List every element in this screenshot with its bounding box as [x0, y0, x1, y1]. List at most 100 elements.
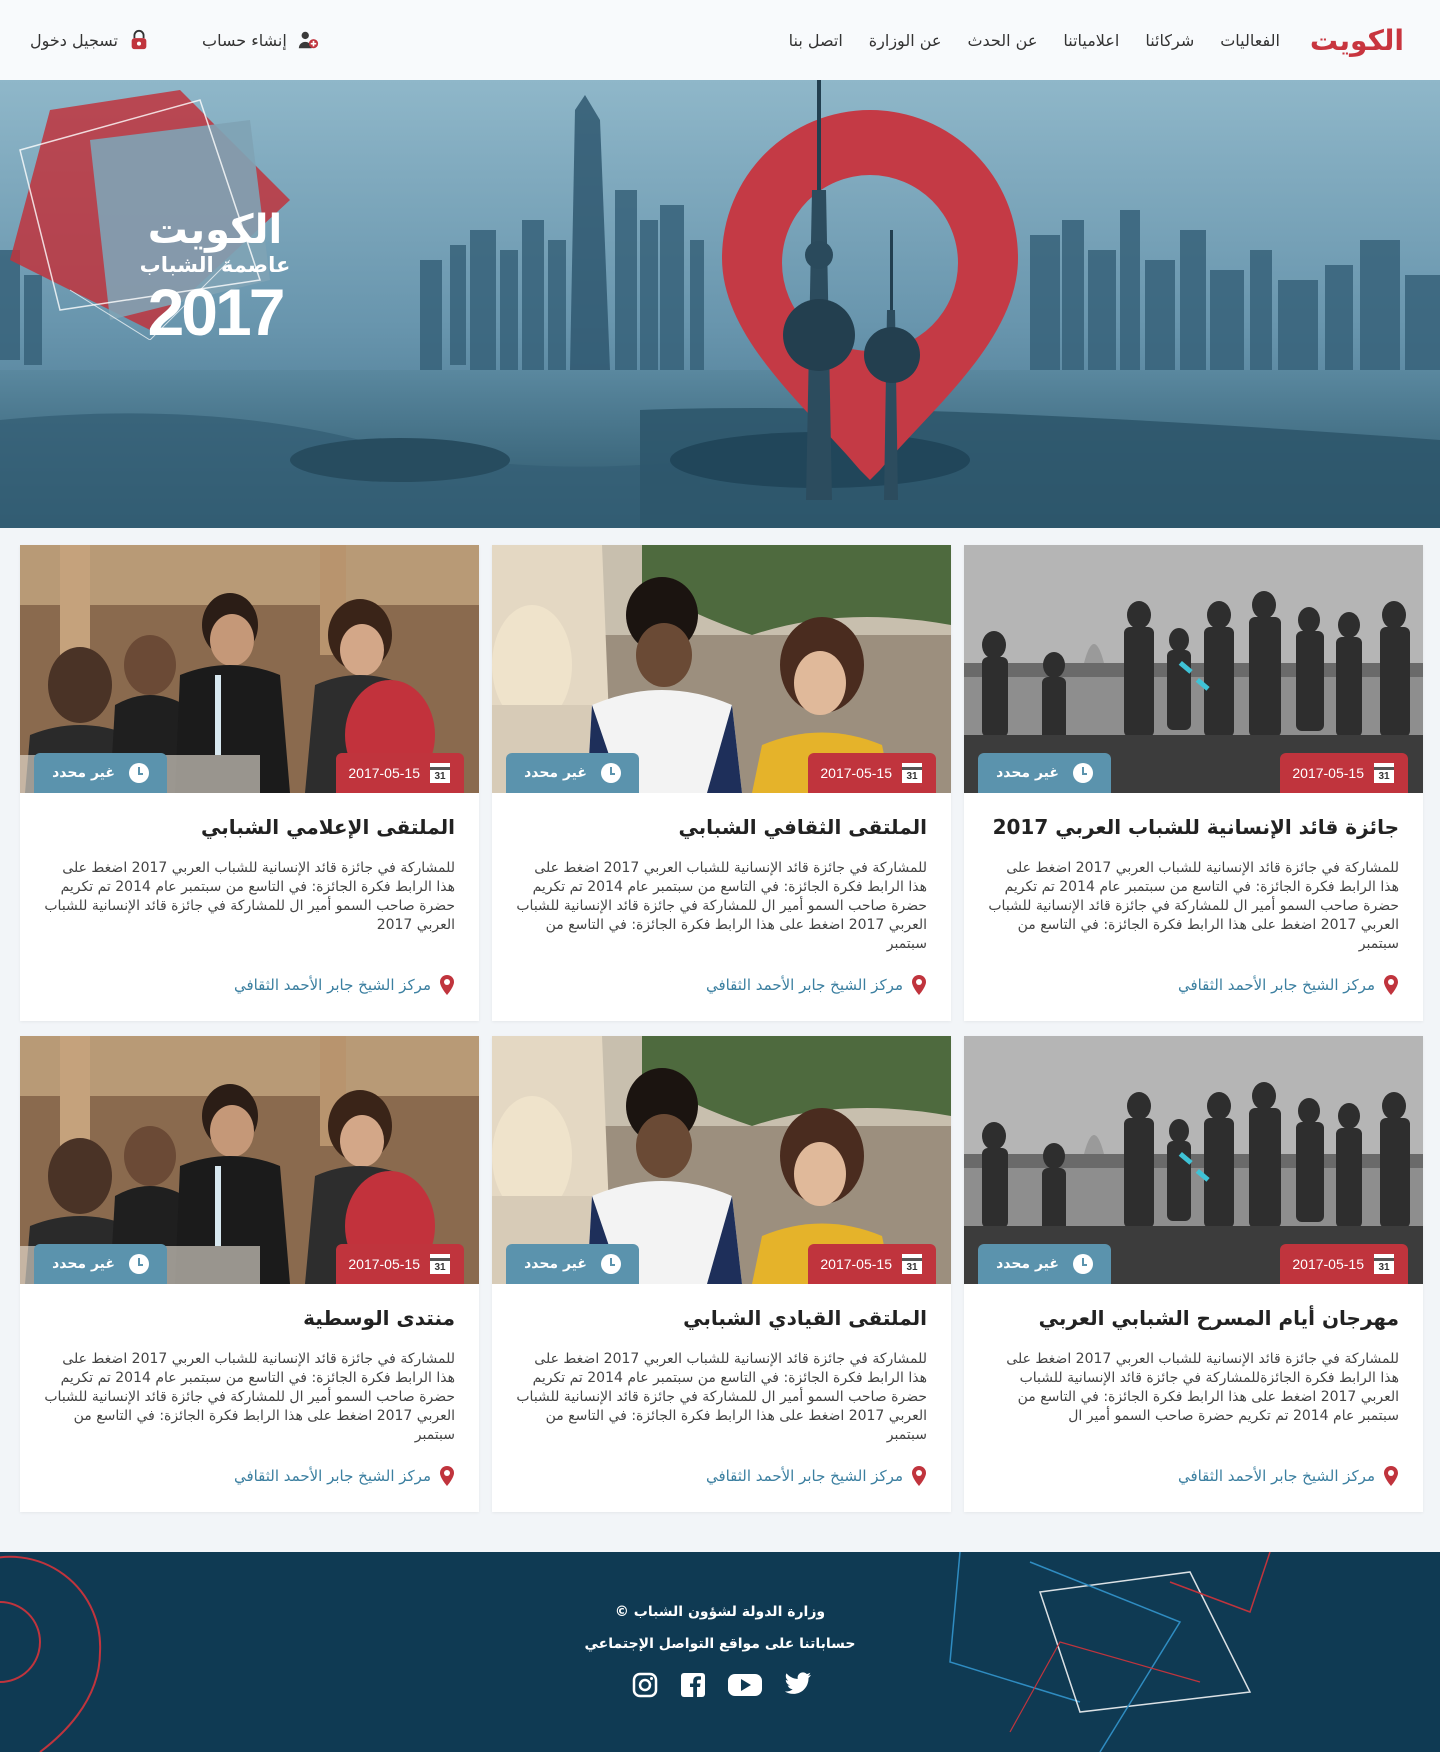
- calendar-icon: 31: [430, 763, 450, 783]
- event-time-badge: غير محدد: [34, 1244, 167, 1284]
- event-title[interactable]: منتدى الوسطية: [44, 1306, 455, 1330]
- nav-item-about-ministry[interactable]: عن الوزارة: [869, 31, 942, 50]
- event-card[interactable]: 31 2017-05-15 غير محدد الملتقى الثقافي ا…: [492, 545, 951, 1021]
- event-location-link[interactable]: مركز الشيخ جابر الأحمد الثقافي: [234, 975, 455, 995]
- youtube-icon[interactable]: [728, 1672, 762, 1698]
- clock-icon: [1072, 1254, 1093, 1274]
- clock-icon: [600, 1254, 621, 1274]
- footer-decoration: [0, 1552, 1271, 1752]
- header-main-nav-group: الكويت الفعاليات شركائنا اعلامياتنا عن ا…: [763, 24, 1405, 57]
- event-description: للمشاركة في جائزة قائد الإنسانية للشباب …: [44, 860, 455, 933]
- location-pin-icon: [440, 1466, 454, 1486]
- event-title[interactable]: الملتقى الثقافي الشبابي: [516, 815, 927, 839]
- account-links: إنشاء حساب تسجيل دخول: [30, 29, 319, 51]
- event-image[interactable]: 31 2017-05-15 غير محدد: [20, 545, 479, 793]
- event-date: 2017-05-15: [348, 1256, 420, 1272]
- event-date: 2017-05-15: [1292, 765, 1364, 781]
- calendar-icon: 31: [902, 1254, 922, 1274]
- event-date-badge: 31 2017-05-15: [336, 1244, 464, 1284]
- twitter-icon[interactable]: [784, 1672, 812, 1698]
- event-date-badge: 31 2017-05-15: [808, 753, 936, 793]
- event-date: 2017-05-15: [820, 765, 892, 781]
- event-location-link[interactable]: مركز الشيخ جابر الأحمد الثقافي: [234, 1466, 455, 1486]
- event-time-badge: غير محدد: [978, 1244, 1111, 1284]
- clock-icon: [1072, 763, 1093, 783]
- register-label: إنشاء حساب: [202, 30, 287, 50]
- event-title[interactable]: الملتقى القيادي الشبابي: [516, 1306, 927, 1330]
- event-card[interactable]: 31 2017-05-15 غير محدد جائزة قائد الإنسا…: [964, 545, 1423, 1021]
- event-card-body: جائزة قائد الإنسانية للشباب العربي 2017 …: [964, 793, 1423, 959]
- location-pin-icon: [1384, 975, 1398, 995]
- event-image[interactable]: 31 2017-05-15 غير محدد: [964, 545, 1423, 793]
- instagram-icon[interactable]: [632, 1672, 658, 1698]
- event-date-badge: 31 2017-05-15: [336, 753, 464, 793]
- event-time: غير محدد: [52, 1256, 115, 1272]
- site-footer: وزارة الدولة لشؤون الشباب © حساباتنا على…: [0, 1552, 1440, 1752]
- event-card-body: الملتقى الإعلامي الشبابي للمشاركة في جائ…: [20, 793, 479, 959]
- nav-item-about-event[interactable]: عن الحدث: [967, 31, 1037, 50]
- event-location: مركز الشيخ جابر الأحمد الثقافي: [705, 976, 903, 994]
- nav-item-partners[interactable]: شركائنا: [1145, 31, 1194, 50]
- login-label: تسجيل دخول: [30, 30, 118, 50]
- hero-year: 2017: [147, 275, 286, 350]
- event-image[interactable]: 31 2017-05-15 غير محدد: [492, 545, 951, 793]
- event-time: غير محدد: [524, 765, 587, 781]
- event-time: غير محدد: [524, 1256, 587, 1272]
- event-image[interactable]: 31 2017-05-15 غير محدد: [964, 1036, 1423, 1284]
- register-button[interactable]: إنشاء حساب: [202, 29, 319, 51]
- calendar-icon: 31: [902, 763, 922, 783]
- event-location: مركز الشيخ جابر الأحمد الثقافي: [233, 976, 431, 994]
- hero-title-block: الكويت عاصمة الشباب 2017: [120, 208, 310, 345]
- events-grid: 31 2017-05-15 غير محدد جائزة قائد الإنسا…: [19, 545, 1423, 1512]
- event-description: للمشاركة في جائزة قائد الإنسانية للشباب …: [1006, 1351, 1399, 1424]
- event-title[interactable]: الملتقى الإعلامي الشبابي: [44, 815, 455, 839]
- event-card-body: الملتقى القيادي الشبابي للمشاركة في جائز…: [492, 1284, 951, 1450]
- event-location-link[interactable]: مركز الشيخ جابر الأحمد الثقافي: [1178, 1466, 1399, 1486]
- clock-icon: [128, 763, 149, 783]
- event-image[interactable]: 31 2017-05-15 غير محدد: [20, 1036, 479, 1284]
- login-button[interactable]: تسجيل دخول: [30, 29, 150, 51]
- event-date-badge: 31 2017-05-15: [1280, 753, 1408, 793]
- clock-icon: [600, 763, 621, 783]
- hero-banner: الكويت عاصمة الشباب 2017: [0, 80, 1440, 528]
- calendar-icon: 31: [1374, 763, 1394, 783]
- event-description: للمشاركة في جائزة قائد الإنسانية للشباب …: [516, 1351, 927, 1443]
- event-location-link[interactable]: مركز الشيخ جابر الأحمد الثقافي: [706, 1466, 927, 1486]
- clock-icon: [128, 1254, 149, 1274]
- nav-item-media[interactable]: اعلامياتنا: [1063, 31, 1119, 50]
- main-nav: الفعاليات شركائنا اعلامياتنا عن الحدث عن…: [763, 31, 1280, 50]
- event-location: مركز الشيخ جابر الأحمد الثقافي: [1177, 1467, 1375, 1485]
- event-date-badge: 31 2017-05-15: [808, 1244, 936, 1284]
- event-location: مركز الشيخ جابر الأحمد الثقافي: [705, 1467, 903, 1485]
- event-image[interactable]: 31 2017-05-15 غير محدد: [492, 1036, 951, 1284]
- footer-social-label: حساباتنا على مواقع التواصل الإجتماعي: [584, 1636, 856, 1652]
- nav-item-contact[interactable]: اتصل بنا: [789, 31, 843, 50]
- event-time-badge: غير محدد: [978, 753, 1111, 793]
- add-user-icon: [298, 31, 318, 49]
- event-card[interactable]: 31 2017-05-15 غير محدد الملتقى الإعلامي …: [20, 545, 479, 1021]
- event-date: 2017-05-15: [348, 765, 420, 781]
- event-date: 2017-05-15: [1292, 1256, 1364, 1272]
- event-card[interactable]: 31 2017-05-15 غير محدد مهرجان أيام المسر…: [964, 1036, 1423, 1512]
- hero-title: الكويت: [147, 207, 283, 253]
- event-time-badge: غير محدد: [506, 1244, 639, 1284]
- event-card[interactable]: 31 2017-05-15 غير محدد منتدى الوسطية للم…: [20, 1036, 479, 1512]
- site-logo[interactable]: الكويت: [1310, 24, 1405, 57]
- event-title[interactable]: مهرجان أيام المسرح الشبابي العربي: [988, 1306, 1399, 1330]
- event-location-link[interactable]: مركز الشيخ جابر الأحمد الثقافي: [1178, 975, 1399, 995]
- location-pin-icon: [440, 975, 454, 995]
- top-header: الكويت الفعاليات شركائنا اعلامياتنا عن ا…: [0, 0, 1440, 80]
- location-pin-icon: [912, 975, 926, 995]
- event-location-link[interactable]: مركز الشيخ جابر الأحمد الثقافي: [706, 975, 927, 995]
- facebook-icon[interactable]: [680, 1672, 706, 1698]
- event-card[interactable]: 31 2017-05-15 غير محدد الملتقى القيادي ا…: [492, 1036, 951, 1512]
- event-time: غير محدد: [996, 1256, 1059, 1272]
- event-location: مركز الشيخ جابر الأحمد الثقافي: [1177, 976, 1375, 994]
- event-time: غير محدد: [52, 765, 115, 781]
- event-card-body: الملتقى الثقافي الشبابي للمشاركة في جائز…: [492, 793, 951, 959]
- event-description: للمشاركة في جائزة قائد الإنسانية للشباب …: [516, 860, 927, 952]
- calendar-icon: 31: [430, 1254, 450, 1274]
- event-description: للمشاركة في جائزة قائد الإنسانية للشباب …: [44, 1351, 455, 1443]
- nav-item-events[interactable]: الفعاليات: [1220, 31, 1280, 50]
- event-title[interactable]: جائزة قائد الإنسانية للشباب العربي 2017: [988, 815, 1399, 839]
